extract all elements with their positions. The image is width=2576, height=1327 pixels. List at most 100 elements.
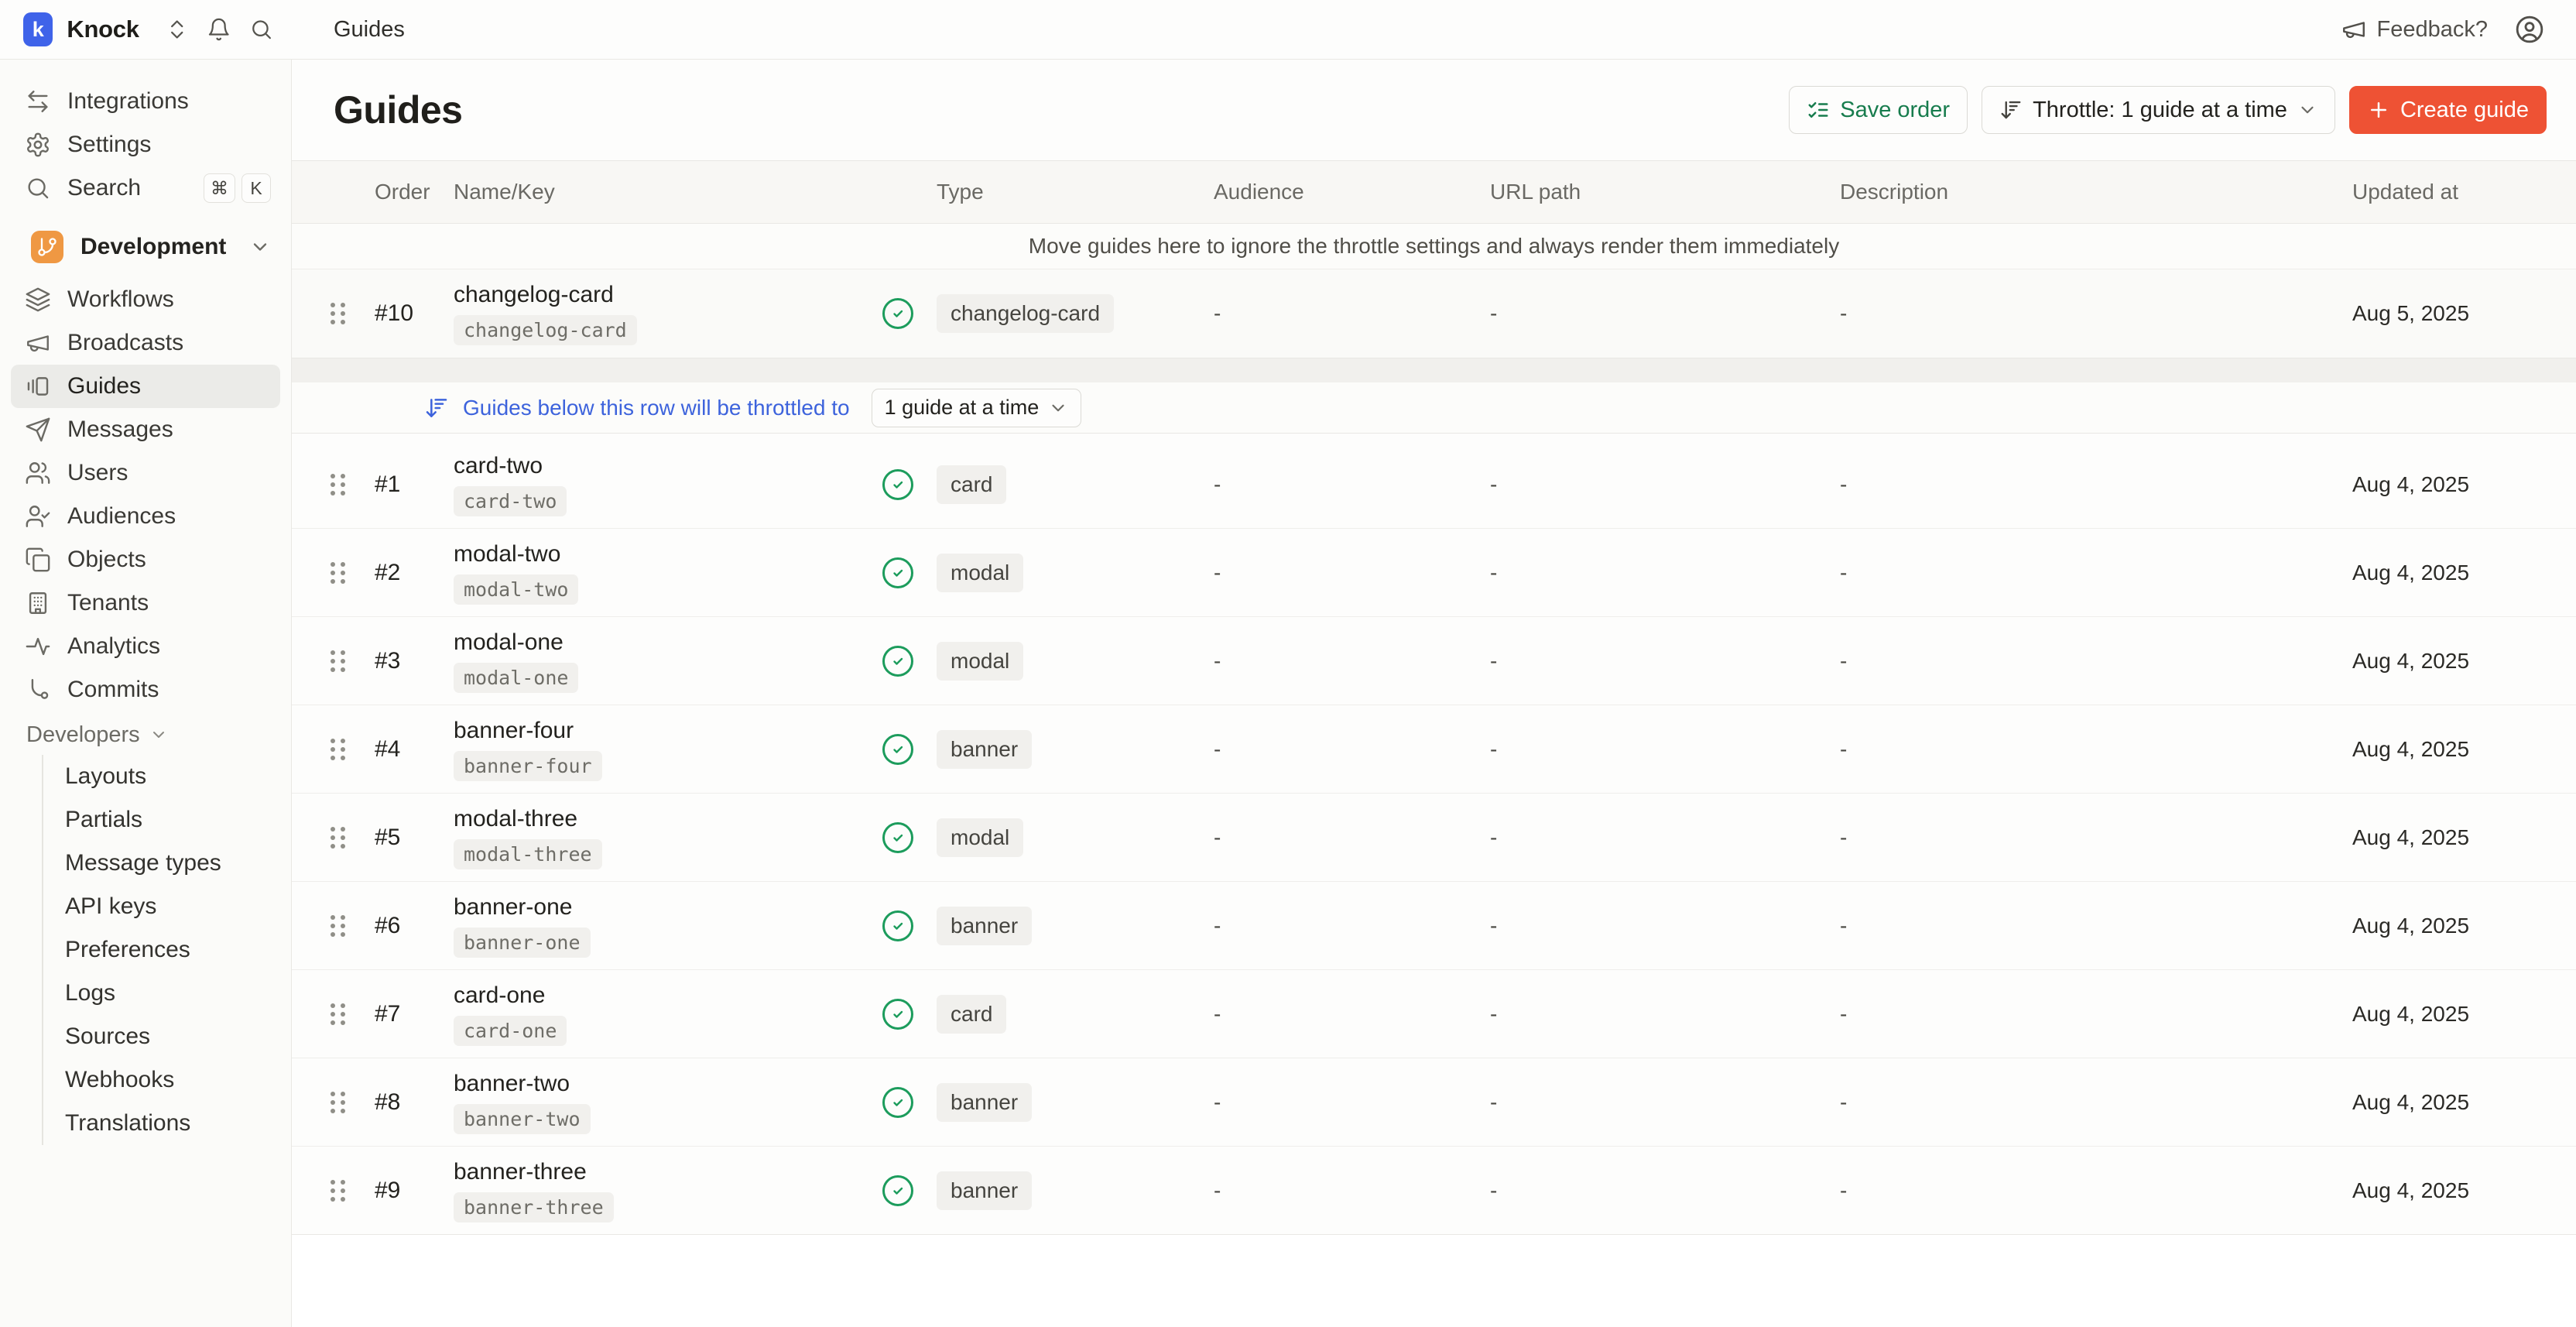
table-row[interactable]: #7 card-one card-one card - - - Aug 4, 2… [292, 970, 2576, 1058]
row-updated-at: Aug 4, 2025 [2352, 472, 2576, 497]
row-key-badge: modal-three [454, 839, 602, 869]
megaphone-icon [2341, 16, 2367, 43]
feedback-button[interactable]: Feedback? [2341, 16, 2489, 43]
activity-icon [25, 633, 51, 660]
sidebar-item-integrations[interactable]: Integrations [11, 80, 280, 123]
row-description: - [1840, 472, 2352, 497]
row-type-badge: banner [937, 730, 1032, 769]
environment-label: Development [80, 234, 226, 260]
workspace-name: Knock [67, 15, 139, 43]
plus-icon [2367, 98, 2390, 122]
table-row[interactable]: #3 modal-one modal-one modal - - - Aug 4… [292, 617, 2576, 705]
sidebar-subitem-sources[interactable]: Sources [65, 1015, 280, 1058]
column-header-name-key: Name/Key [454, 180, 882, 204]
sort-descending-icon [424, 396, 449, 420]
save-order-button[interactable]: Save order [1789, 86, 1968, 134]
drag-handle-icon[interactable] [331, 1092, 345, 1113]
sidebar-subitem-webhooks[interactable]: Webhooks [65, 1058, 280, 1102]
sidebar-item-guides[interactable]: Guides [11, 365, 280, 408]
sidebar-subitem-partials[interactable]: Partials [65, 798, 280, 842]
row-name: modal-one [454, 629, 882, 656]
integrations-icon [25, 88, 51, 115]
sidebar-item-broadcasts[interactable]: Broadcasts [11, 321, 280, 365]
drag-handle-icon[interactable] [331, 739, 345, 760]
chevron-down-icon [2297, 100, 2317, 120]
drag-handle-icon[interactable] [331, 562, 345, 584]
row-key-badge: card-one [454, 1016, 567, 1046]
sidebar-item-search[interactable]: Search ⌘K [11, 166, 280, 210]
sidebar-subitem-logs[interactable]: Logs [65, 972, 280, 1015]
sidebar-item-objects[interactable]: Objects [11, 538, 280, 581]
drag-handle-icon[interactable] [331, 1180, 345, 1202]
table-row[interactable]: #6 banner-one banner-one banner - - - Au… [292, 882, 2576, 970]
row-order: #10 [375, 300, 454, 327]
drag-handle-icon[interactable] [331, 303, 345, 324]
user-avatar[interactable] [2514, 14, 2545, 45]
row-key-badge: changelog-card [454, 315, 637, 345]
row-description: - [1840, 1002, 2352, 1027]
sidebar-item-commits[interactable]: Commits [11, 668, 280, 712]
table-row[interactable]: #1 card-two card-two card - - - Aug 4, 2… [292, 441, 2576, 529]
row-updated-at: Aug 4, 2025 [2352, 1002, 2576, 1027]
row-name: changelog-card [454, 282, 882, 308]
row-description: - [1840, 1178, 2352, 1203]
table-row[interactable]: #9 banner-three banner-three banner - - … [292, 1147, 2576, 1235]
sidebar-subitem-translations[interactable]: Translations [65, 1102, 280, 1145]
sidebar-item-tenants[interactable]: Tenants [11, 581, 280, 625]
drag-handle-icon[interactable] [331, 827, 345, 849]
environment-switcher[interactable]: Development [11, 224, 280, 270]
sidebar-item-audiences[interactable]: Audiences [11, 495, 280, 538]
row-audience: - [1214, 649, 1490, 674]
sidebar-item-messages[interactable]: Messages [11, 408, 280, 451]
sidebar-subitem-layouts[interactable]: Layouts [65, 755, 280, 798]
notifications-bell-icon[interactable] [207, 15, 231, 43]
active-check-icon [882, 999, 913, 1030]
throttle-amount-select[interactable]: 1 guide at a time [872, 389, 1082, 427]
row-url-path: - [1490, 1002, 1840, 1027]
row-order: #9 [375, 1178, 454, 1204]
drag-handle-icon[interactable] [331, 650, 345, 672]
workspace-switcher-icon[interactable] [165, 15, 189, 43]
row-url-path: - [1490, 561, 1840, 585]
table-row[interactable]: #8 banner-two banner-two banner - - - Au… [292, 1058, 2576, 1147]
row-audience: - [1214, 914, 1490, 938]
developers-section-toggle[interactable]: Developers [11, 715, 280, 755]
row-order: #1 [375, 471, 454, 498]
row-key-badge: modal-one [454, 663, 578, 693]
drag-handle-icon[interactable] [331, 474, 345, 495]
sidebar-subitem-api-keys[interactable]: API keys [65, 885, 280, 928]
active-check-icon [882, 557, 913, 588]
row-description: - [1840, 561, 2352, 585]
drag-handle-icon[interactable] [331, 1003, 345, 1025]
table-row[interactable]: #2 modal-two modal-two modal - - - Aug 4… [292, 529, 2576, 617]
row-type-badge: banner [937, 1083, 1032, 1122]
table-row[interactable]: #10 changelog-card changelog-card change… [292, 269, 2576, 358]
sidebar-item-analytics[interactable]: Analytics [11, 625, 280, 668]
row-description: - [1840, 825, 2352, 850]
sidebar-subitem-message-types[interactable]: Message types [65, 842, 280, 885]
row-audience: - [1214, 737, 1490, 762]
row-updated-at: Aug 4, 2025 [2352, 561, 2576, 585]
sidebar-item-workflows[interactable]: Workflows [11, 278, 280, 321]
active-check-icon [882, 1175, 913, 1206]
table-row[interactable]: #5 modal-three modal-three modal - - - A… [292, 794, 2576, 882]
search-icon[interactable] [249, 15, 273, 43]
active-check-icon [882, 822, 913, 853]
sidebar-item-users[interactable]: Users [11, 451, 280, 495]
row-type-badge: modal [937, 818, 1023, 857]
developers-label: Developers [26, 722, 140, 748]
table-row[interactable]: #4 banner-four banner-four banner - - - … [292, 705, 2576, 794]
active-check-icon [882, 1087, 913, 1118]
row-updated-at: Aug 4, 2025 [2352, 649, 2576, 674]
search-icon [25, 175, 51, 201]
sidebar-item-settings[interactable]: Settings [11, 123, 280, 166]
drag-handle-icon[interactable] [331, 915, 345, 937]
sidebar-subitem-preferences[interactable]: Preferences [65, 928, 280, 972]
create-guide-button[interactable]: Create guide [2349, 86, 2547, 134]
row-type-badge: card [937, 465, 1006, 504]
unthrottled-dropzone: Move guides here to ignore the throttle … [292, 224, 2576, 358]
settings-icon [25, 132, 51, 158]
throttle-dropdown-button[interactable]: Throttle: 1 guide at a time [1982, 86, 2335, 134]
row-updated-at: Aug 4, 2025 [2352, 825, 2576, 850]
row-type-badge: changelog-card [937, 294, 1114, 333]
